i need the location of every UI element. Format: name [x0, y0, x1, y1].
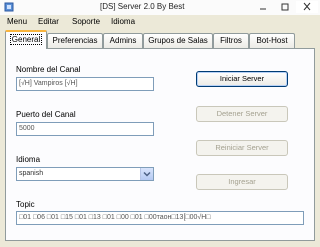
tab-preferencias-label: Preferencias: [52, 36, 98, 45]
topic-field[interactable]: □01 □06 □01 □15 □01 □13 □01 □00 □01 □00т…: [16, 211, 304, 225]
menu-menu[interactable]: Menu: [7, 17, 27, 26]
tab-strip: General Preferencias Admins Grupos de Sa…: [5, 30, 315, 49]
menu-bar: Menu Editar Soporte Idioma: [0, 15, 320, 28]
stop-server-button[interactable]: Detener Server: [196, 106, 288, 122]
menu-idioma[interactable]: Idioma: [111, 17, 135, 26]
language-select-value: spanish: [19, 170, 44, 177]
general-panel: Nombre del Canal [√H] Vampiros [√H] Puer…: [5, 48, 315, 241]
topic-label: Topic: [16, 200, 35, 209]
menu-editar[interactable]: Editar: [38, 17, 59, 26]
tab-filtros-label: Filtros: [220, 36, 242, 45]
enter-button[interactable]: Ingresar: [196, 174, 288, 190]
port-label: Puerto del Canal: [16, 110, 76, 119]
language-label: Idioma: [16, 155, 41, 164]
language-select[interactable]: spanish: [16, 167, 154, 181]
tab-general[interactable]: General: [5, 30, 47, 49]
tab-preferencias[interactable]: Preferencias: [47, 33, 103, 48]
port-field[interactable]: 5000: [16, 122, 154, 136]
tab-bot-host-label: Bot-Host: [256, 36, 288, 45]
menu-soporte[interactable]: Soporte: [72, 17, 100, 26]
tab-admins[interactable]: Admins: [103, 33, 143, 48]
tab-filtros[interactable]: Filtros: [213, 33, 249, 48]
start-server-button[interactable]: Iniciar Server: [196, 71, 288, 87]
server-app-icon: [4, 2, 14, 12]
maximize-icon[interactable]: [274, 1, 296, 13]
tab-grupos-label: Grupos de Salas: [148, 36, 208, 45]
app-window: [DS] Server 2.0 By Best Menu Editar Sopo…: [0, 0, 320, 247]
tab-bot-host[interactable]: Bot-Host: [249, 33, 295, 48]
minimize-icon[interactable]: [252, 1, 274, 13]
tab-general-label: General: [9, 34, 43, 45]
close-icon[interactable]: [296, 1, 318, 13]
title-bar[interactable]: [DS] Server 2.0 By Best: [0, 0, 320, 16]
channel-name-field[interactable]: [√H] Vampiros [√H]: [16, 77, 154, 91]
window-title: [DS] Server 2.0 By Best: [100, 2, 185, 11]
restart-server-button[interactable]: Reiniciar Server: [196, 140, 288, 156]
tab-admins-label: Admins: [109, 36, 137, 45]
tab-grupos-de-salas[interactable]: Grupos de Salas: [143, 33, 213, 48]
channel-name-label: Nombre del Canal: [16, 65, 81, 74]
chevron-down-icon[interactable]: [140, 168, 153, 180]
